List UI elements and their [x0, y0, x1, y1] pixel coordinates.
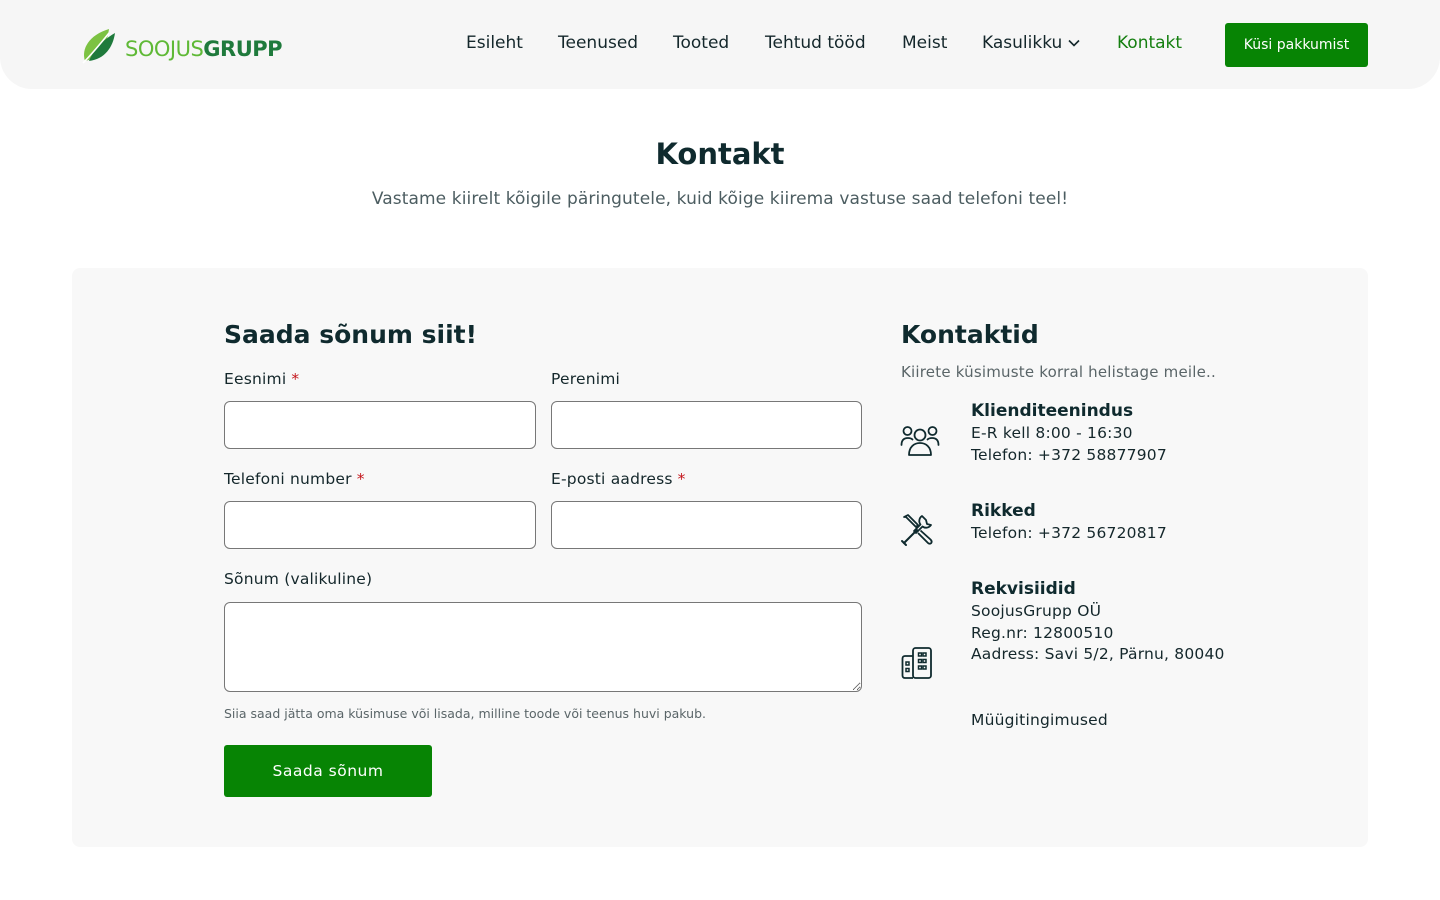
nav-item-kontakt[interactable]: Kontakt — [1117, 33, 1182, 53]
first-name-label-text: Eesnimi — [224, 370, 287, 388]
contacts-title: Kontaktid — [901, 320, 1039, 349]
site-header: SOOJUSGRUPP Esileht Teenused Tooted Teht… — [0, 0, 1440, 89]
users-icon — [900, 426, 940, 456]
nav-item-kasulikku[interactable]: Kasulikku — [982, 33, 1080, 53]
customer-service-phone[interactable]: Telefon: +372 58877907 — [971, 446, 1167, 464]
last-name-label: Perenimi — [551, 370, 621, 388]
required-marker: * — [677, 470, 686, 488]
last-name-input[interactable] — [551, 401, 862, 449]
request-quote-button[interactable]: Küsi pakkumist — [1225, 23, 1368, 67]
email-input[interactable] — [551, 501, 862, 549]
nav-item-tehtud-tood[interactable]: Tehtud tööd — [765, 33, 866, 53]
customer-service-heading: Klienditeenindus — [971, 401, 1134, 421]
main-nav: Esileht Teenused Tooted Tehtud tööd Meis… — [0, 0, 1440, 89]
required-marker: * — [291, 370, 300, 388]
nav-item-meist[interactable]: Meist — [902, 33, 947, 53]
faults-phone[interactable]: Telefon: +372 56720817 — [971, 524, 1167, 542]
contacts-subtitle: Kiirete küsimuste korral helistage meile… — [901, 363, 1216, 381]
nav-item-tooted[interactable]: Tooted — [673, 33, 729, 53]
customer-service-hours: E-R kell 8:00 - 16:30 — [971, 424, 1133, 442]
message-label: Sõnum (valikuline) — [224, 570, 373, 588]
message-textarea[interactable] — [224, 602, 862, 692]
page-title: Kontakt — [655, 137, 785, 171]
terms-of-sale-link[interactable]: Müügitingimused — [971, 711, 1108, 729]
nav-item-kasulikku-label: Kasulikku — [982, 33, 1063, 53]
send-message-button[interactable]: Saada sõnum — [224, 745, 432, 797]
email-label: E-posti aadress * — [551, 470, 686, 488]
first-name-label: Eesnimi * — [224, 370, 299, 388]
phone-input[interactable] — [224, 501, 536, 549]
phone-label-text: Telefoni number — [224, 470, 352, 488]
faults-heading: Rikked — [971, 501, 1036, 521]
nav-item-teenused[interactable]: Teenused — [558, 33, 638, 53]
page-subtitle: Vastame kiirelt kõigile päringutele, kui… — [371, 189, 1069, 209]
company-details-heading: Rekvisiidid — [971, 579, 1076, 599]
nav-item-esileht[interactable]: Esileht — [466, 33, 523, 53]
chevron-down-icon — [1068, 39, 1080, 47]
form-title: Saada sõnum siit! — [224, 320, 477, 349]
company-name: SoojusGrupp OÜ — [971, 602, 1102, 620]
tools-icon — [901, 514, 933, 546]
company-address: Aadress: Savi 5/2, Pärnu, 80040 — [971, 645, 1225, 663]
company-reg-number: Reg.nr: 12800510 — [971, 624, 1114, 642]
message-helper-text: Siia saad jätta oma küsimuse või lisada,… — [224, 706, 706, 721]
first-name-input[interactable] — [224, 401, 536, 449]
phone-label: Telefoni number * — [224, 470, 365, 488]
buildings-icon — [901, 647, 932, 679]
email-label-text: E-posti aadress — [551, 470, 673, 488]
required-marker: * — [356, 470, 365, 488]
